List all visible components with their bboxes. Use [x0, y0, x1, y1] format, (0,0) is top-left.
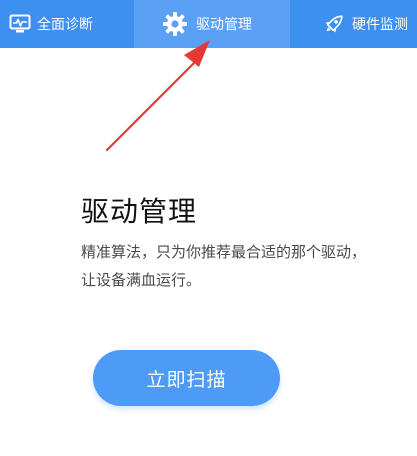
page-description: 精准算法，只为你推荐最合适的那个驱动， 让设备满血运行。: [81, 238, 411, 294]
tab-label: 全面诊断: [37, 17, 93, 33]
tab-label: 驱动管理: [196, 17, 252, 33]
tab-label: 硬件监测: [352, 17, 408, 33]
page-title: 驱动管理: [81, 195, 198, 228]
rocket-icon: [322, 12, 346, 36]
tab-hardware-monitor[interactable]: 硬件监测: [290, 0, 417, 48]
driver-management-page: 全面诊断 驱动管理 硬件监测 驱动管理 精准算法，只为你推荐最合适的那个驱动， …: [0, 0, 417, 456]
gear-icon: [162, 11, 188, 37]
tab-driver-management[interactable]: 驱动管理: [134, 0, 290, 48]
monitor-pulse-icon: [9, 14, 31, 34]
description-line: 精准算法，只为你推荐最合适的那个驱动，: [81, 243, 367, 261]
tab-full-diagnosis[interactable]: 全面诊断: [0, 0, 134, 48]
top-tab-bar: 全面诊断 驱动管理 硬件监测: [0, 0, 417, 48]
scan-now-button[interactable]: 立即扫描: [93, 350, 280, 406]
description-line: 让设备满血运行。: [81, 271, 202, 289]
